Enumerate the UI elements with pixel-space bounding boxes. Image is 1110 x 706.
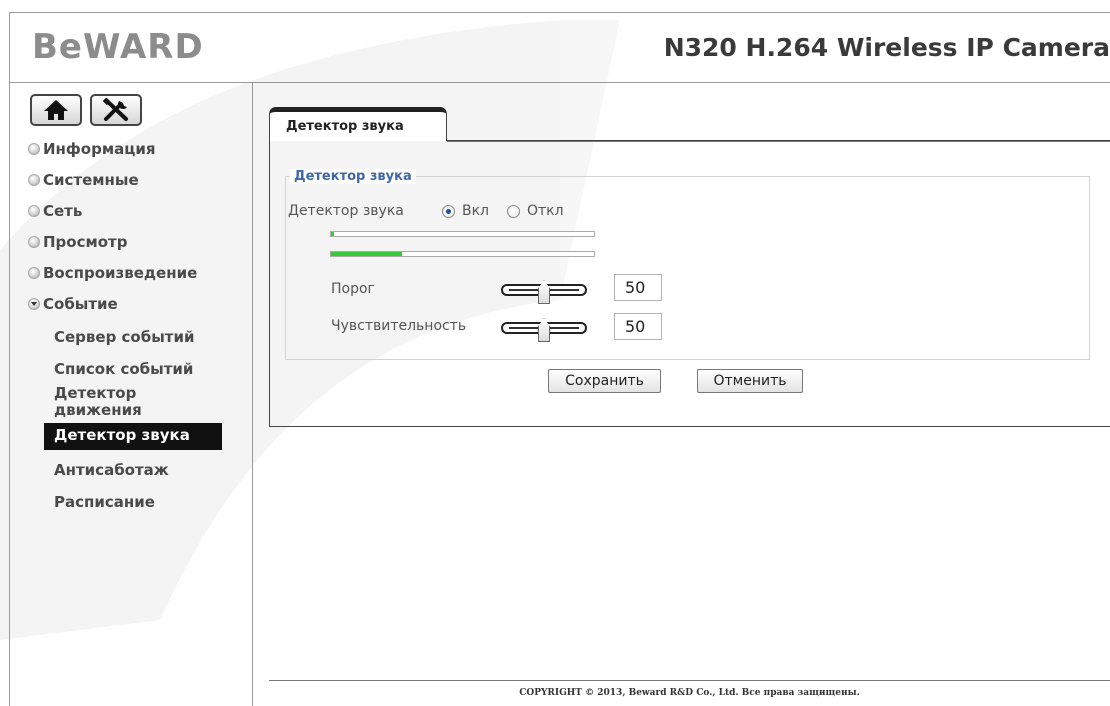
radio-off[interactable] — [507, 205, 520, 218]
detector-label: Детектор звука — [288, 203, 404, 219]
sidebar-item-network[interactable]: Сеть — [28, 199, 82, 223]
tools-icon — [102, 98, 128, 121]
sidebar-item-label: Просмотр — [43, 233, 128, 251]
sensitivity-slider[interactable] — [501, 313, 587, 353]
sound-level-fill-1 — [331, 232, 334, 236]
sidebar-item-event[interactable]: Событие — [28, 292, 118, 316]
home-icon — [44, 100, 68, 120]
sidebar-subitem-event-server[interactable]: Сервер событий — [54, 329, 254, 346]
save-button[interactable]: Сохранить — [548, 369, 661, 393]
bullet-icon — [28, 267, 40, 279]
bullet-icon — [28, 205, 40, 217]
radio-off-label[interactable]: Откл — [527, 203, 564, 219]
home-button[interactable] — [30, 94, 82, 126]
sidebar-subitem-tamper[interactable]: Антисаботаж — [54, 462, 254, 479]
bullet-icon — [28, 236, 40, 248]
sensitivity-label: Чувствительность — [331, 318, 467, 334]
copyright-text: COPYRIGHT © 2013, Beward R&D Co., Ltd. В… — [519, 688, 860, 698]
tab-sound-detector[interactable]: Детектор звука — [269, 107, 447, 141]
sidebar-item-view[interactable]: Просмотр — [28, 230, 128, 254]
sidebar: Информация Системные Сеть Просмотр Воспр… — [9, 83, 253, 706]
fieldset-legend: Детектор звука — [290, 169, 416, 184]
sidebar-item-info[interactable]: Информация — [28, 137, 156, 161]
bullet-icon — [28, 174, 40, 186]
beward-logo: BeWARD — [32, 27, 204, 67]
expanded-bullet-icon — [28, 298, 40, 310]
sound-level-bar-1 — [330, 231, 595, 237]
sidebar-item-label: Системные — [43, 171, 139, 189]
radio-on-label[interactable]: Вкл — [462, 203, 489, 219]
header-bar: BeWARD N320 H.264 Wireless IP Camera — [9, 12, 1110, 83]
sidebar-item-label: Сеть — [43, 202, 83, 220]
sidebar-item-label: Воспроизведение — [43, 264, 198, 282]
cancel-button[interactable]: Отменить — [697, 369, 803, 393]
threshold-value-field[interactable]: 50 — [614, 274, 662, 301]
sidebar-subitem-event-list[interactable]: Список событий — [54, 361, 254, 378]
product-title: N320 H.264 Wireless IP Camera — [663, 33, 1110, 62]
sidebar-item-playback[interactable]: Воспроизведение — [28, 261, 197, 285]
sensitivity-value-field[interactable]: 50 — [614, 313, 662, 340]
threshold-slider[interactable] — [501, 275, 587, 315]
sound-level-bar-2 — [330, 251, 595, 257]
sidebar-item-label: Информация — [43, 140, 156, 158]
sidebar-subitem-schedule[interactable]: Расписание — [54, 494, 254, 511]
sidebar-item-label: Событие — [43, 295, 118, 313]
sidebar-subitem-sound-detector[interactable]: Детектор звука — [44, 423, 222, 450]
sidebar-subitem-motion-detector[interactable]: Детектор движения — [54, 385, 184, 419]
radio-on[interactable] — [442, 205, 455, 218]
footer-divider — [269, 680, 1110, 681]
threshold-label: Порог — [331, 281, 375, 297]
sound-level-fill-2 — [331, 252, 402, 256]
bullet-icon — [28, 143, 40, 155]
settings-button[interactable] — [90, 94, 142, 126]
sidebar-item-system[interactable]: Системные — [28, 168, 139, 192]
